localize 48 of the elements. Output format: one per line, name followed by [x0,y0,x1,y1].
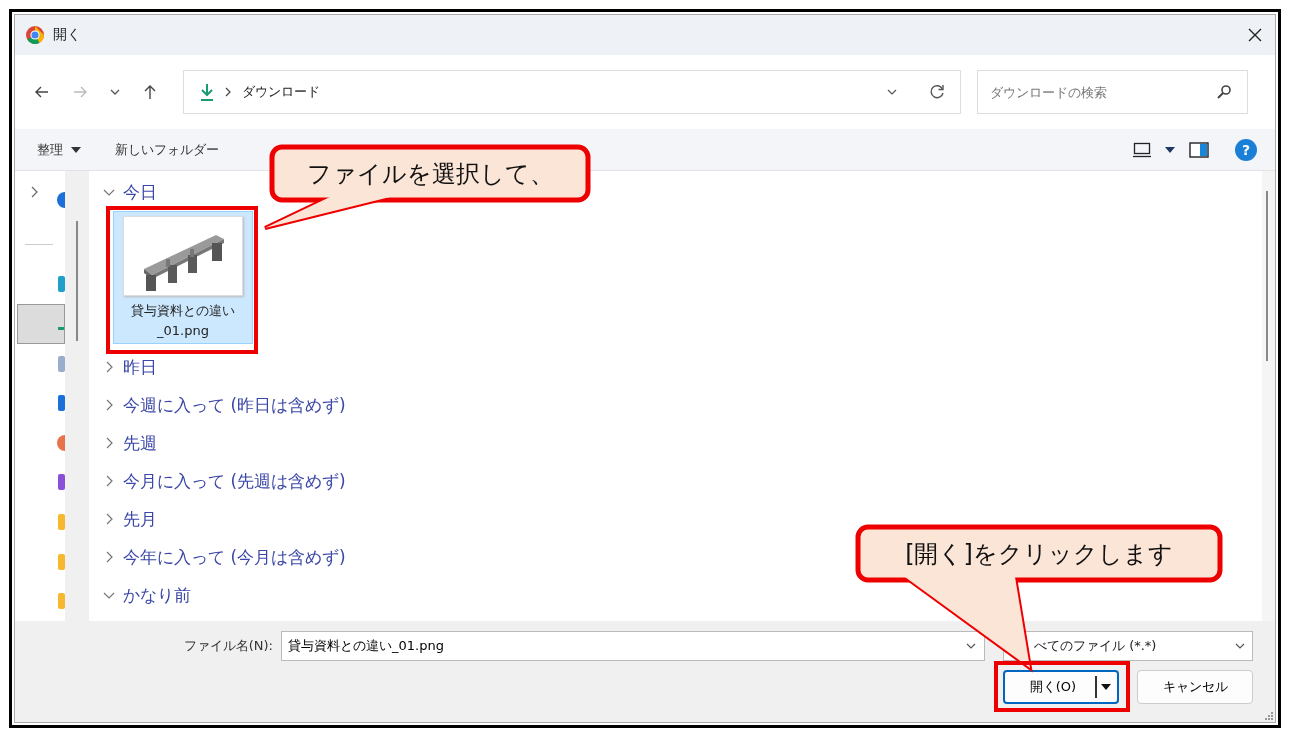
cloud-icon [57,191,65,208]
scrollbar-thumb[interactable] [1266,191,1268,361]
app-icon [58,276,65,293]
app-icon [58,355,65,372]
window-title: 開く [53,26,81,44]
app-icon [58,474,65,491]
resize-grip-icon[interactable] [1265,712,1273,720]
app-icon [25,25,45,45]
scrollbar-thumb[interactable] [76,221,78,341]
file-tile[interactable]: 貸与資料との違い_01.png [113,211,253,344]
file-type-dropdown[interactable]: べてのファイル (*.*) [1003,631,1253,661]
group-header[interactable]: 先月 [89,500,157,538]
caret-icon[interactable] [1165,146,1175,153]
chevron-right-icon[interactable] [31,186,39,198]
group-header[interactable]: 今月に入って (先週は含めず) [89,462,346,500]
group-header[interactable]: かなり前 [89,576,191,614]
caret-icon [1101,684,1111,690]
folder-icon [58,553,65,570]
search-icon[interactable] [1216,84,1232,100]
callout-text: [開く]をクリックします [905,538,1173,570]
download-icon [198,82,216,102]
app-icon [58,395,65,412]
view-icon[interactable] [1133,141,1151,158]
search-field[interactable]: ダウンロードの検索 [977,70,1248,114]
field-label: ファイル名(N): [183,637,273,655]
folder-icon [58,593,65,610]
file-name-field[interactable]: 貸与資料との違い_01.png [281,631,985,661]
caret-icon [71,146,81,153]
group-header[interactable]: 今年に入って (今月は含めず) [89,538,346,576]
file-name: 貸与資料との違い_01.png [130,302,236,340]
download-icon [58,327,64,331]
cancel-button[interactable]: キャンセル [1137,670,1253,704]
callout-text: ファイルを選択して、 [306,158,554,190]
folder-icon [58,513,65,530]
organize-button[interactable]: 整理 [35,136,83,163]
refresh-icon[interactable] [928,83,946,101]
preview-pane-icon[interactable] [1189,141,1209,158]
group-header[interactable]: 今週に入って (昨日は含めず) [89,386,346,424]
new-folder-button[interactable]: 新しいフォルダー [113,136,221,163]
address-path[interactable]: ダウンロード [242,83,320,101]
group-header[interactable]: 先週 [89,424,157,462]
group-header[interactable]: 今日 [89,173,157,211]
address-bar[interactable]: ダウンロード [183,70,961,114]
close-icon[interactable] [1247,27,1263,43]
chevron-right-icon [224,87,232,97]
help-button[interactable]: ? [1235,138,1257,161]
group-header[interactable]: 昨日 [89,348,157,386]
open-button[interactable]: 開く(O) [1003,670,1119,704]
